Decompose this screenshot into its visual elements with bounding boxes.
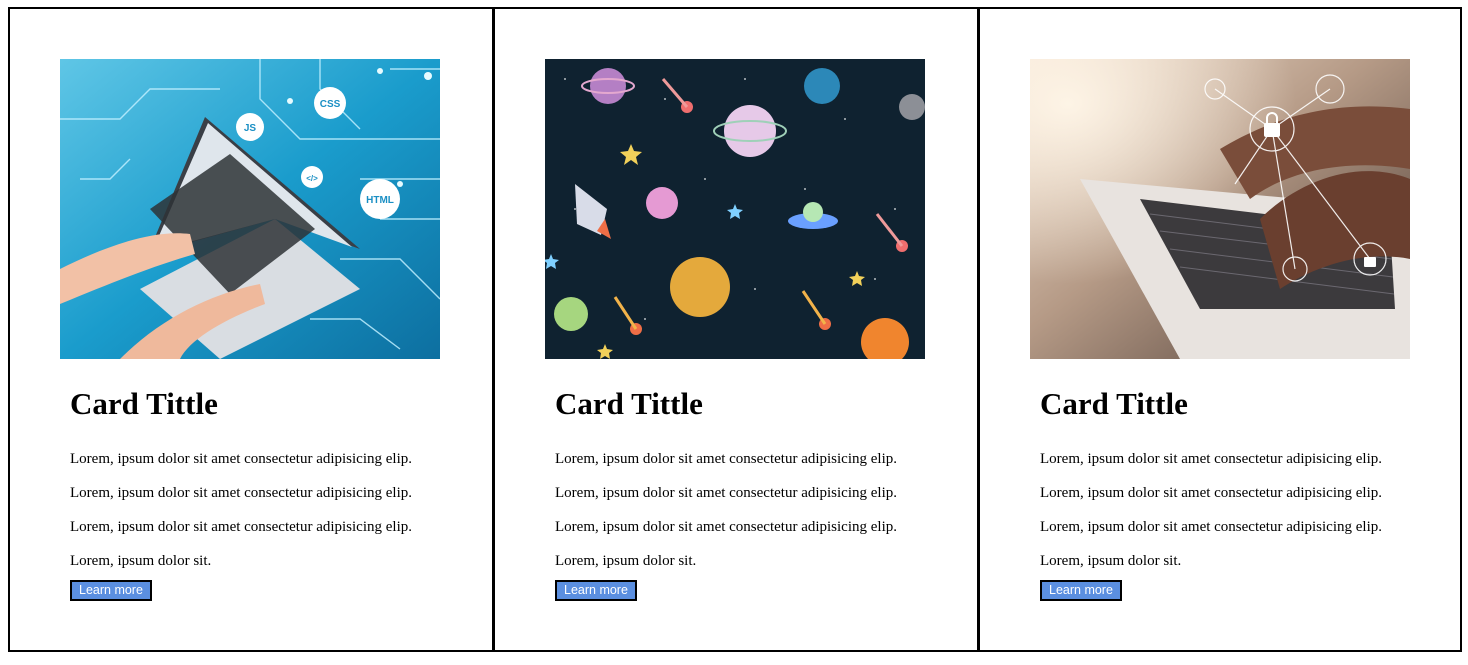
laptop-security-image	[1030, 59, 1410, 359]
card-1: JS CSS </> HTML Card Tittle Lorem, ipsum…	[8, 7, 494, 652]
card-text-line: Lorem, ipsum dolor sit.	[70, 553, 212, 569]
learn-more-button[interactable]: Learn more	[1040, 580, 1122, 601]
card-3: Card Tittle Lorem, ipsum dolor sit amet …	[978, 7, 1462, 652]
card-grid: JS CSS </> HTML Card Tittle Lorem, ipsum…	[8, 7, 1462, 652]
card-text-line: Lorem, ipsum dolor sit amet consectetur …	[555, 519, 898, 535]
card-text-line: Lorem, ipsum dolor sit amet consectetur …	[70, 485, 413, 501]
learn-more-button[interactable]: Learn more	[555, 580, 637, 601]
css-label: CSS	[320, 99, 341, 110]
card-text-line: Lorem, ipsum dolor sit amet consectetur …	[555, 485, 898, 501]
card-text-line: Lorem, ipsum dolor sit amet consectetur …	[70, 519, 413, 535]
card-text-line: Lorem, ipsum dolor sit amet consectetur …	[1040, 485, 1383, 501]
card-title: Card Tittle	[555, 386, 703, 421]
card-text-line: Lorem, ipsum dolor sit.	[1040, 553, 1182, 569]
card-text-line: Lorem, ipsum dolor sit amet consectetur …	[1040, 519, 1383, 535]
card-text-line: Lorem, ipsum dolor sit amet consectetur …	[70, 451, 413, 467]
card-text: Lorem, ipsum dolor sit amet consectetur …	[1040, 442, 1440, 578]
html-label: HTML	[366, 195, 394, 206]
card-text: Lorem, ipsum dolor sit amet consectetur …	[555, 442, 955, 578]
js-label: JS	[244, 123, 257, 134]
space-planets-image	[545, 59, 925, 359]
card-text-line: Lorem, ipsum dolor sit.	[555, 553, 697, 569]
card-title: Card Tittle	[70, 386, 218, 421]
card-text-line: Lorem, ipsum dolor sit amet consectetur …	[555, 451, 898, 467]
laptop-coding-image: JS CSS </> HTML	[60, 59, 440, 359]
code-label: </>	[306, 174, 318, 183]
learn-more-button[interactable]: Learn more	[70, 580, 152, 601]
card-2: Card Tittle Lorem, ipsum dolor sit amet …	[493, 7, 979, 652]
card-title: Card Tittle	[1040, 386, 1188, 421]
card-text-line: Lorem, ipsum dolor sit amet consectetur …	[1040, 451, 1383, 467]
card-text: Lorem, ipsum dolor sit amet consectetur …	[70, 442, 470, 578]
